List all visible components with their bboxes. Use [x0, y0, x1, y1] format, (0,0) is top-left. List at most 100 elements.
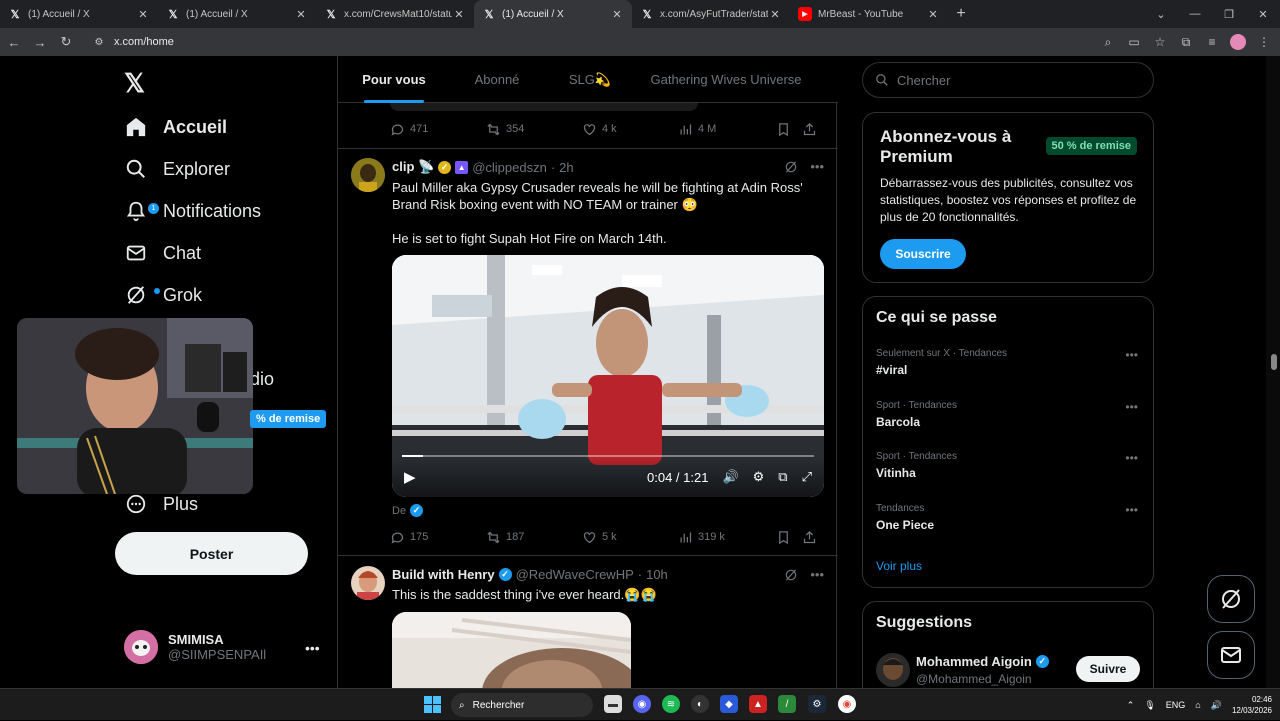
volume-icon[interactable]: 🔊 — [1211, 700, 1222, 711]
author-name[interactable]: clip 📡 — [392, 159, 434, 175]
bookmark-star-icon[interactable]: ☆ — [1152, 34, 1168, 50]
tweet-time[interactable]: 2h — [559, 160, 573, 175]
taskbar-search[interactable]: ⌕ Rechercher — [451, 693, 593, 717]
video-player[interactable]: ▶ 0:04 / 1:21 🔊 ⚙ ⧉ ⤢ — [392, 255, 824, 497]
author-handle[interactable]: @RedWaveCrewHP — [516, 567, 634, 582]
restore-icon[interactable]: ❐ — [1212, 0, 1246, 28]
nav-item-home[interactable]: Accueil — [124, 107, 227, 147]
browser-tab[interactable]: 𝕏 x.com/CrewsMat10/status/203 ✕ — [316, 0, 474, 28]
windows-start-icon[interactable] — [424, 696, 441, 713]
show-more-link[interactable]: Voir plus — [876, 559, 922, 573]
grok-fab[interactable] — [1207, 575, 1255, 623]
follow-button[interactable]: Suivre — [1076, 656, 1140, 682]
tweet[interactable]: clip 📡 ✓ ▲ @clippedszn · 2h ••• Paul Mil… — [338, 149, 838, 555]
close-icon[interactable]: ✕ — [768, 8, 782, 21]
browser-tab[interactable]: 𝕏 x.com/AsyFutTrader/status/203 ✕ — [632, 0, 790, 28]
reply-button[interactable]: 175 — [390, 530, 486, 545]
repost-button[interactable]: 354 — [486, 122, 582, 137]
new-tab-button[interactable]: + — [948, 0, 974, 28]
tab-search-icon[interactable]: ⌄ — [1144, 0, 1178, 28]
extensions-icon[interactable]: ⧉ — [1178, 34, 1194, 50]
tab-gathering-wives-universe[interactable]: Gathering Wives Universe — [636, 56, 816, 103]
volume-icon[interactable]: 🔊 — [722, 469, 738, 485]
repost-button[interactable]: 187 — [486, 530, 582, 545]
steam-icon[interactable]: ⚙ — [808, 695, 826, 713]
app-icon[interactable]: ▲ — [749, 695, 767, 713]
subscribe-button[interactable]: Souscrire — [880, 239, 966, 269]
zoom-icon[interactable]: ⌕ — [1100, 34, 1116, 50]
author-handle[interactable]: @clippedszn — [472, 160, 547, 175]
clock[interactable]: 02:46 12/03/2026 — [1232, 694, 1272, 716]
site-info-icon[interactable]: ⚙ — [92, 35, 106, 49]
more-icon[interactable]: ••• — [810, 159, 824, 174]
tab-for-you[interactable]: Pour vous — [338, 56, 450, 103]
messages-fab[interactable] — [1207, 631, 1255, 679]
chrome-icon[interactable]: ◉ — [838, 695, 856, 713]
nav-item-partial[interactable]: dio — [250, 359, 274, 399]
close-icon[interactable]: ✕ — [610, 8, 624, 21]
media-icon[interactable]: ≡ — [1204, 34, 1220, 50]
like-button[interactable]: 5 k — [582, 530, 678, 545]
trend-item[interactable]: Sport · Tendances Vitinha ••• — [876, 451, 1146, 480]
views-button[interactable]: 4 M — [678, 122, 776, 137]
cast-icon[interactable]: ▭ — [1126, 34, 1142, 50]
x-logo-icon[interactable]: 𝕏 — [124, 68, 145, 99]
app-icon[interactable]: ◐ — [691, 695, 709, 713]
account-switcher[interactable]: SMIMISA @SIIMPSENPAIl — [124, 630, 266, 664]
grok-icon[interactable] — [784, 160, 798, 174]
premium-promo-chip[interactable]: % de remise — [250, 410, 327, 428]
app-icon[interactable]: / — [778, 695, 796, 713]
bookmark-button[interactable] — [776, 122, 802, 137]
nav-item-notifications[interactable]: 1 Notifications — [124, 191, 261, 231]
spotify-icon[interactable]: ≋ — [662, 695, 680, 713]
nav-item-explore[interactable]: Explorer — [124, 149, 230, 189]
source-attribution[interactable]: De ✓ — [392, 504, 424, 517]
nav-item-chat[interactable]: Chat — [124, 233, 201, 273]
trend-item[interactable]: Tendances One Piece ••• — [876, 503, 1146, 532]
browser-tab[interactable]: 𝕏 (1) Accueil / X ✕ — [0, 0, 158, 28]
views-button[interactable]: 319 k — [678, 530, 776, 545]
app-icon[interactable]: ◆ — [720, 695, 738, 713]
grok-icon[interactable] — [784, 568, 798, 582]
back-icon[interactable]: ← — [2, 30, 26, 54]
profile-avatar[interactable] — [1230, 34, 1246, 50]
close-icon[interactable]: ✕ — [294, 8, 308, 21]
more-icon[interactable]: ••• — [1125, 348, 1138, 362]
avatar[interactable] — [351, 158, 385, 192]
search-input[interactable] — [897, 72, 1137, 88]
avatar[interactable] — [876, 653, 910, 687]
menu-icon[interactable]: ⋮ — [1256, 34, 1272, 50]
tab-slg[interactable]: SLG💫 — [544, 56, 636, 103]
reload-icon[interactable]: ↻ — [54, 30, 78, 54]
close-icon[interactable]: ✕ — [452, 8, 466, 21]
play-icon[interactable]: ▶ — [404, 468, 416, 486]
page-scrollbar[interactable] — [1266, 56, 1280, 688]
share-button[interactable] — [802, 122, 817, 137]
minimize-icon[interactable]: — — [1178, 0, 1212, 28]
post-button[interactable]: Poster — [115, 532, 308, 575]
search-box[interactable] — [862, 62, 1154, 98]
discord-icon[interactable]: ◉ — [633, 695, 651, 713]
browser-tab[interactable]: 𝕏 (1) Accueil / X ✕ — [158, 0, 316, 28]
fullscreen-icon[interactable]: ⤢ — [802, 469, 812, 485]
tweet-media[interactable] — [392, 612, 631, 688]
close-window-icon[interactable]: ✕ — [1246, 0, 1280, 28]
file-explorer-icon[interactable]: ▬ — [604, 695, 622, 713]
more-icon[interactable]: ••• — [305, 640, 320, 656]
chevron-up-icon[interactable]: ⌃ — [1127, 700, 1135, 711]
browser-tab-active[interactable]: 𝕏 (1) Accueil / X ✕ — [474, 0, 632, 28]
avatar[interactable] — [351, 566, 385, 600]
author-name[interactable]: Build with Henry — [392, 567, 495, 582]
forward-icon[interactable]: → — [28, 30, 52, 54]
nav-item-grok[interactable]: Grok — [124, 275, 202, 315]
settings-icon[interactable]: ⚙ — [753, 469, 765, 485]
like-button[interactable]: 4 k — [582, 122, 678, 137]
close-icon[interactable]: ✕ — [926, 8, 940, 21]
suggestion-name-row[interactable]: Mohammed Aigoin ✓ — [916, 654, 1049, 669]
tab-following[interactable]: Abonné — [450, 56, 544, 103]
address-bar[interactable]: ⚙ x.com/home — [84, 31, 984, 53]
language-indicator[interactable]: ENG — [1166, 700, 1186, 710]
reply-button[interactable]: 471 — [390, 122, 486, 137]
browser-tab[interactable]: ▶ MrBeast - YouTube ✕ — [790, 0, 948, 28]
trend-item[interactable]: Sport · Tendances Barcola ••• — [876, 400, 1146, 429]
